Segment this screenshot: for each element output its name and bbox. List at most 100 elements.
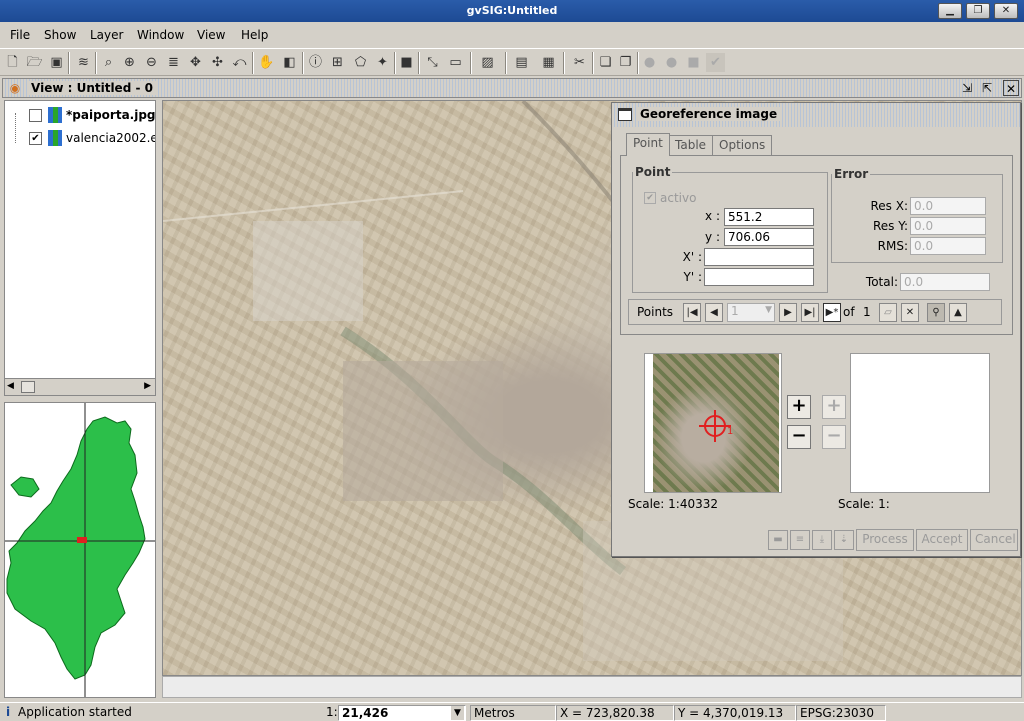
menu-file[interactable]: File: [10, 28, 30, 42]
select-rect-icon[interactable]: ▭: [446, 53, 465, 72]
measure-distance-icon[interactable]: ⊞: [328, 53, 347, 72]
scroll-left-icon[interactable]: ◀: [7, 381, 14, 391]
right-zoom-out-button[interactable]: −: [822, 425, 846, 449]
disabled-square-icon[interactable]: ■: [684, 53, 703, 72]
toc-layer-paiporta[interactable]: *paiporta.jpg: [9, 105, 155, 125]
disabled-circle-2-icon[interactable]: ●: [662, 53, 681, 72]
erase-point-icon[interactable]: ▱: [879, 303, 897, 322]
expand-up-icon[interactable]: ▲: [949, 303, 967, 322]
zoom-layers-icon[interactable]: ≣: [164, 53, 183, 72]
cancel-button[interactable]: Cancel: [970, 529, 1018, 551]
first-point-icon[interactable]: |◀: [683, 303, 701, 322]
total-input[interactable]: [900, 273, 990, 291]
select-point-icon[interactable]: ✦: [373, 53, 392, 72]
zoom-select-icon[interactable]: ⌕: [99, 53, 118, 72]
resx-input[interactable]: [910, 197, 986, 215]
info-icon[interactable]: ⓘ: [306, 53, 325, 72]
locator-map[interactable]: [4, 402, 156, 698]
view-maximize-icon[interactable]: ⇱: [979, 80, 995, 96]
left-scale-label: Scale: 1:40332: [628, 497, 718, 511]
x-input[interactable]: [724, 208, 814, 226]
scale-prefix: 1:: [326, 705, 338, 719]
resy-input[interactable]: [910, 217, 986, 235]
raster-icon[interactable]: ▨: [478, 53, 497, 72]
accept-button[interactable]: Accept: [916, 529, 968, 551]
rms-input[interactable]: [910, 237, 986, 255]
locator-icon[interactable]: ◧: [280, 53, 299, 72]
new-point-icon[interactable]: ▶*: [823, 303, 841, 322]
new-file-icon[interactable]: 🗋: [3, 53, 22, 72]
tab-options[interactable]: Options: [712, 135, 773, 155]
open-folder-icon[interactable]: 🗁: [25, 53, 44, 72]
x-label: x :: [705, 209, 720, 223]
copy-icon[interactable]: ❏: [596, 53, 615, 72]
zoom-full-icon[interactable]: ✥: [186, 53, 205, 72]
close-icon[interactable]: ✕: [994, 3, 1018, 19]
add-layer-icon[interactable]: ≋: [74, 53, 93, 72]
next-point-icon[interactable]: ▶: [779, 303, 797, 322]
activo-check-icon[interactable]: ✔: [644, 192, 656, 204]
scale-combo[interactable]: 21,426 ▼: [338, 705, 466, 721]
window-titlebar: gvSIG:Untitled ▁ ❐ ✕: [0, 0, 1024, 22]
tools-icon[interactable]: ✂: [570, 53, 589, 72]
y-input[interactable]: [724, 228, 814, 246]
disabled-circle-1-icon[interactable]: ●: [640, 53, 659, 72]
toc-horizontal-scrollbar[interactable]: ◀ ▶: [4, 378, 156, 396]
disabled-check-icon[interactable]: ✔: [706, 53, 725, 72]
right-zoom-in-button[interactable]: +: [822, 395, 846, 419]
scroll-thumb[interactable]: [21, 381, 35, 393]
menu-view[interactable]: View: [197, 28, 225, 42]
chevron-down-icon[interactable]: ▼: [451, 706, 464, 720]
zoom-to-selection-icon[interactable]: ⤡: [423, 53, 442, 72]
list-icon[interactable]: ≡: [790, 530, 810, 550]
tab-table[interactable]: Table: [668, 135, 714, 155]
layer-name: valencia2002.e: [66, 131, 156, 145]
pan-hand-icon[interactable]: ✋: [257, 53, 276, 72]
zoom-extent-icon[interactable]: ✣: [208, 53, 227, 72]
delete-point-icon[interactable]: ✕: [901, 303, 919, 322]
zoom-back-icon[interactable]: ⤺: [230, 53, 249, 72]
layer-checkbox[interactable]: ✔: [29, 131, 42, 145]
table-icon[interactable]: ▤: [512, 53, 531, 72]
activo-label: activo: [660, 191, 697, 205]
menu-help[interactable]: Help: [241, 28, 268, 42]
prev-point-icon[interactable]: ◀: [705, 303, 723, 322]
tab-point[interactable]: Point: [626, 133, 670, 156]
measure-area-icon[interactable]: ⬠: [351, 53, 370, 72]
menu-window[interactable]: Window: [137, 28, 184, 42]
epsg-cell: EPSG:23030: [796, 705, 886, 721]
link-tool-icon[interactable]: ⚲: [927, 303, 945, 322]
minimize-icon[interactable]: ▁: [938, 3, 962, 19]
left-zoom-preview[interactable]: 1: [644, 353, 782, 493]
layer-toc: *paiporta.jpg ✔ valencia2002.e: [4, 100, 156, 396]
georef-icon[interactable]: ❐: [616, 53, 635, 72]
right-zoom-preview[interactable]: [850, 353, 990, 493]
view-minimize-icon[interactable]: ⇲: [959, 80, 975, 96]
menu-layer[interactable]: Layer: [90, 28, 123, 42]
grid-icon[interactable]: ▦: [539, 53, 558, 72]
process-button[interactable]: Process: [856, 529, 914, 551]
activo-checkbox[interactable]: ✔ activo: [644, 191, 696, 205]
window-title: gvSIG:Untitled: [466, 4, 558, 17]
select-by-point-icon[interactable]: ■: [397, 53, 416, 72]
view-close-icon[interactable]: ✕: [1003, 80, 1019, 96]
scroll-right-icon[interactable]: ▶: [144, 381, 151, 391]
menu-show[interactable]: Show: [44, 28, 76, 42]
resy-label: Res Y:: [872, 219, 908, 233]
export-icon[interactable]: ⇣: [834, 530, 854, 550]
zoom-in-icon[interactable]: ⊕: [120, 53, 139, 72]
left-zoom-in-button[interactable]: +: [787, 395, 811, 419]
save-icon[interactable]: ▣: [47, 53, 66, 72]
road-2: [163, 190, 464, 222]
xprime-input[interactable]: [704, 248, 814, 266]
point-select[interactable]: 1 ▼: [727, 303, 775, 322]
zoom-out-icon[interactable]: ⊖: [142, 53, 161, 72]
download-icon[interactable]: ⤓: [812, 530, 832, 550]
yprime-input[interactable]: [704, 268, 814, 286]
left-zoom-out-button[interactable]: −: [787, 425, 811, 449]
last-point-icon[interactable]: ▶|: [801, 303, 819, 322]
toc-layer-valencia[interactable]: ✔ valencia2002.e: [9, 128, 156, 148]
layer-checkbox[interactable]: [29, 108, 42, 122]
save-table-icon[interactable]: ▬: [768, 530, 788, 550]
restore-icon[interactable]: ❐: [966, 3, 990, 19]
